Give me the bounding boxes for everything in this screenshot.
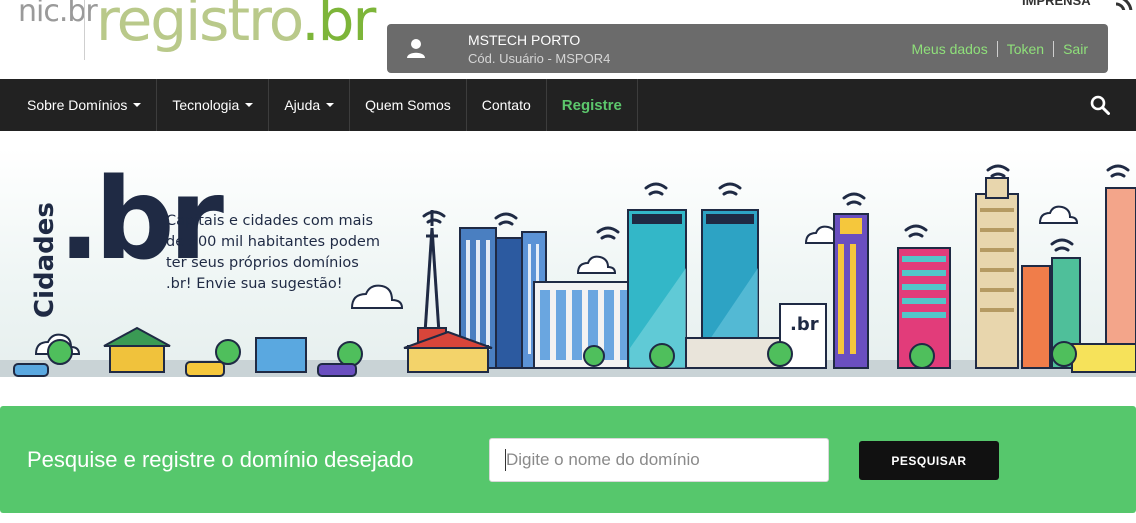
user-code: Cód. Usuário - MSPOR4 [468,51,611,66]
nav-item-label: Registre [561,96,622,114]
link-divider [1053,41,1055,57]
user-links: Meus dados Token Sair [911,41,1088,57]
nav-item-quem-somos[interactable]: Quem Somos [350,79,467,131]
sair-link[interactable]: Sair [1063,41,1088,57]
nav-item-contato[interactable]: Contato [467,79,547,131]
main-navbar: Sobre Domínios Tecnologia Ajuda Quem Som… [0,79,1136,131]
nav-item-label: Tecnologia [172,97,240,113]
nav-item-tecnologia[interactable]: Tecnologia [157,79,270,131]
domain-search-input[interactable] [489,438,829,482]
rss-icon[interactable] [1112,0,1134,10]
nav-item-label: Sobre Domínios [27,97,128,113]
search-title: Pesquise e registre o domínio desejado [27,447,414,472]
banner-text: Capitais e cidades com mais de 500 mil h… [166,213,380,292]
logo-divider [84,0,85,60]
nav-item-registre[interactable]: Registre [547,79,638,131]
banner-cidades-label: Cidades [30,202,60,318]
caret-down-icon [245,103,254,107]
site-header: nic.br registro.br IMPRENSA MSTECH PORTO… [0,0,1136,79]
search-icon[interactable] [1090,95,1110,115]
imprensa-link[interactable]: IMPRENSA [1022,0,1091,8]
page: nic.br registro.br IMPRENSA MSTECH PORTO… [0,0,1136,523]
domain-search-section: Pesquise e registre o domínio desejado P… [0,406,1136,513]
nav-item-sobre-dominios[interactable]: Sobre Domínios [0,79,158,131]
registro-br-logo[interactable]: registro.br [96,0,376,54]
nav-item-ajuda[interactable]: Ajuda [269,79,351,131]
meus-dados-link[interactable]: Meus dados [911,41,987,57]
pesquisar-button[interactable]: PESQUISAR [859,441,999,480]
nav-item-label: Quem Somos [365,97,451,113]
link-divider [996,41,998,57]
user-name: MSTECH PORTO [468,32,581,48]
cidades-br-banner[interactable]: .br Cidades .br Capitais e cidades com m… [0,148,1136,377]
svg-text:.br: .br [790,314,819,335]
nav-item-label: Ajuda [284,97,321,113]
user-panel: MSTECH PORTO Cód. Usuário - MSPOR4 Meus … [387,24,1108,73]
nav-item-label: Contato [481,97,531,113]
caret-down-icon [133,103,142,107]
token-link[interactable]: Token [1007,41,1044,57]
text-cursor [505,449,506,471]
logo-registro-suffix: .br [301,0,376,54]
user-icon [407,39,425,58]
logo-registro-text: registro [96,0,303,54]
caret-down-icon [326,103,335,107]
